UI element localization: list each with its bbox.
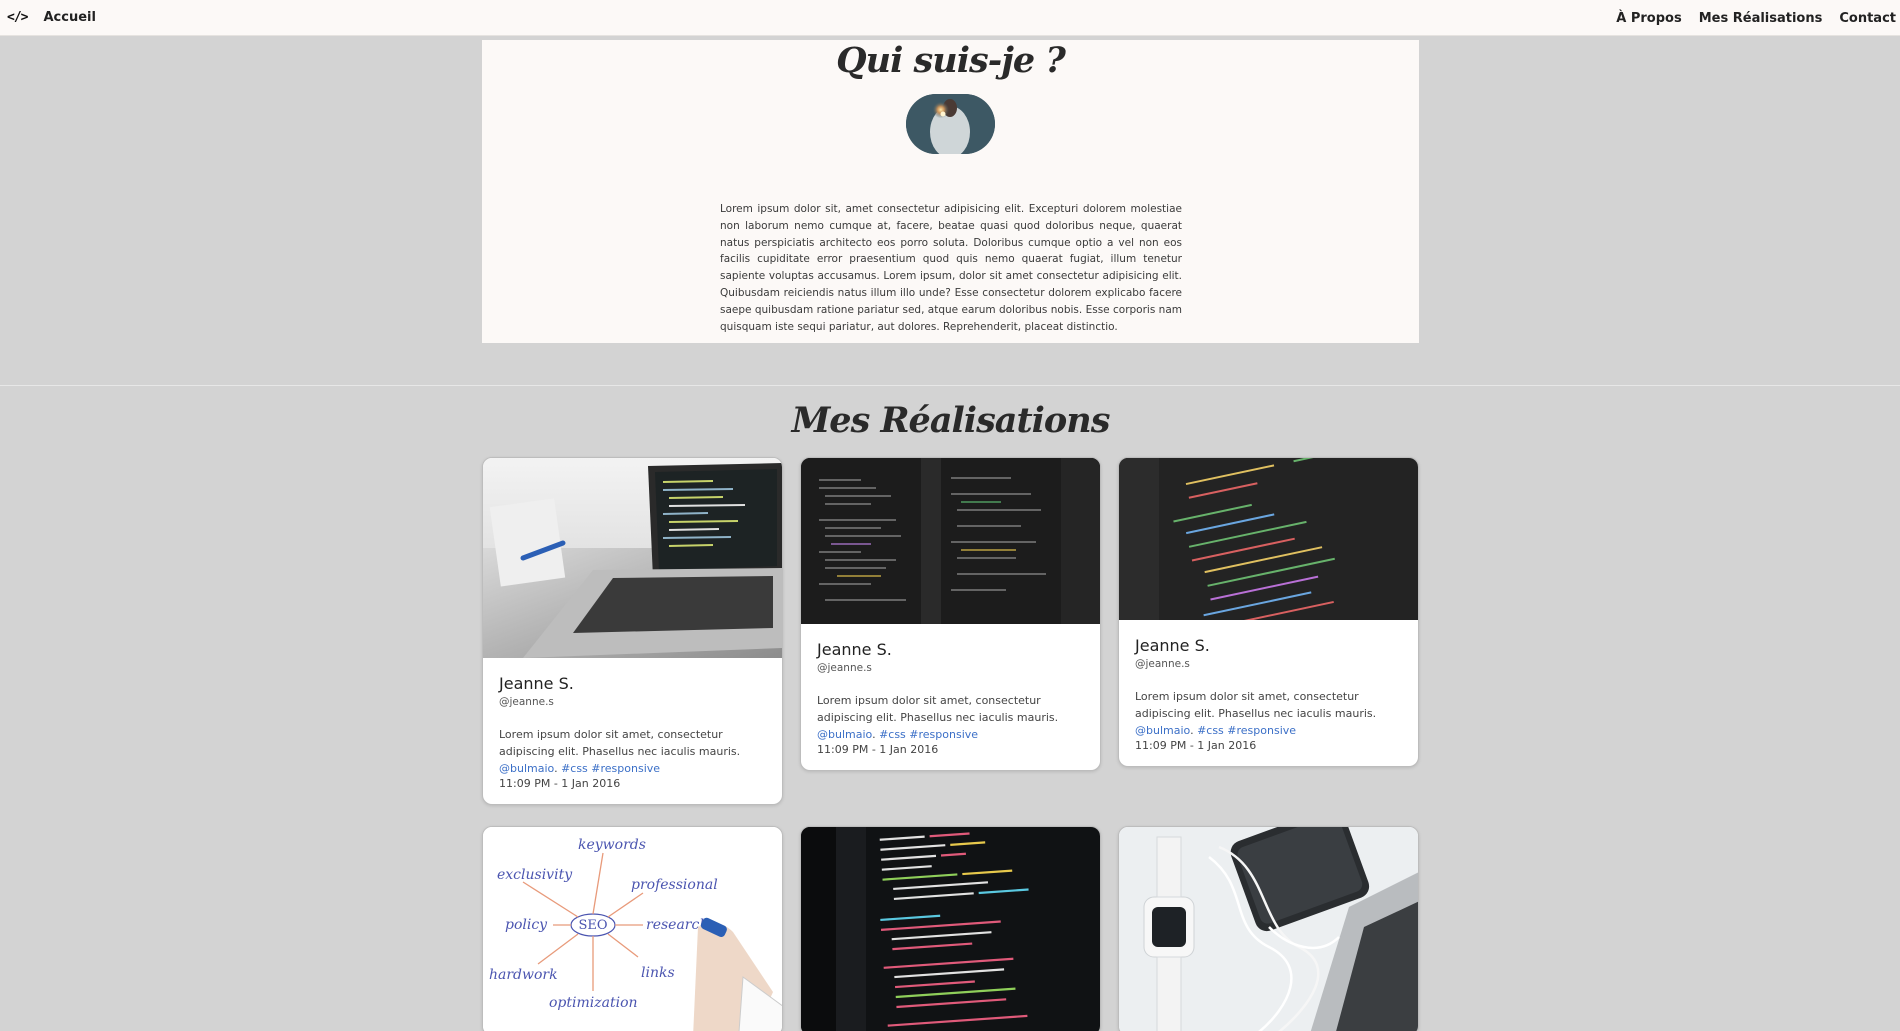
seo-word: links xyxy=(641,965,675,981)
card-image-python-code xyxy=(801,827,1100,1031)
card-date: 11:09 PM - 1 Jan 2016 xyxy=(1135,739,1257,752)
card-date: 11:09 PM - 1 Jan 2016 xyxy=(817,743,939,756)
project-card[interactable]: Jeanne S. @jeanne.s Lorem ipsum dolor si… xyxy=(800,457,1101,771)
card-tag-link[interactable]: #responsive xyxy=(591,762,660,775)
seo-word: keywords xyxy=(578,837,646,853)
card-image-laptop xyxy=(483,458,782,658)
card-body: Jeanne S. @jeanne.s Lorem ipsum dolor si… xyxy=(1119,620,1418,766)
seo-center-text: SEO xyxy=(578,918,607,933)
section-divider xyxy=(0,385,1900,386)
about-title: Qui suis-je ? xyxy=(836,40,1066,81)
card-body: Jeanne S. @jeanne.s Lorem ipsum dolor si… xyxy=(483,658,782,804)
code-logo-icon[interactable]: </> xyxy=(7,10,29,25)
card-image-code-editor xyxy=(801,458,1100,624)
card-mention-link[interactable]: @bulmaio xyxy=(499,762,554,775)
seo-word: professional xyxy=(631,877,718,893)
card-image-code-colored xyxy=(1119,458,1418,620)
projects-title: Mes Réalisations xyxy=(791,400,1111,441)
card-tag-link[interactable]: #css xyxy=(1197,724,1224,737)
project-card[interactable]: Jeanne S. @jeanne.s Lorem ipsum dolor si… xyxy=(482,457,783,805)
card-description-text: Lorem ipsum dolor sit amet, consectetur … xyxy=(499,728,741,758)
card-tag-link[interactable]: #css xyxy=(879,728,906,741)
card-image-seo: SEO keywords exclusivity professional po… xyxy=(483,827,782,1031)
nav-link-projects[interactable]: Mes Réalisations xyxy=(1699,11,1823,26)
card-description-text: Lorem ipsum dolor sit amet, consectetur … xyxy=(817,694,1059,724)
about-text: Lorem ipsum dolor sit, amet consectetur … xyxy=(720,203,1182,333)
card-author-name: Jeanne S. xyxy=(817,640,892,659)
card-author-name: Jeanne S. xyxy=(1135,636,1210,655)
card-description: Lorem ipsum dolor sit amet, consectetur … xyxy=(817,694,1059,741)
card-tag-link[interactable]: #css xyxy=(561,762,588,775)
seo-word: policy xyxy=(505,917,548,933)
project-card[interactable] xyxy=(1118,826,1419,1031)
avatar xyxy=(906,94,995,154)
navbar: </> Accueil À Propos Mes Réalisations Co… xyxy=(0,0,1900,36)
card-description-text: Lorem ipsum dolor sit amet, consectetur … xyxy=(1135,690,1377,720)
card-date: 11:09 PM - 1 Jan 2016 xyxy=(499,777,621,790)
card-image-devices xyxy=(1119,827,1418,1031)
seo-word: exclusivity xyxy=(497,867,573,883)
nav-links: À Propos Mes Réalisations Contact xyxy=(1616,0,1896,36)
card-body: Jeanne S. @jeanne.s Lorem ipsum dolor si… xyxy=(801,624,1100,770)
card-tag-link[interactable]: #responsive xyxy=(1227,724,1296,737)
nav-link-about[interactable]: À Propos xyxy=(1616,11,1681,26)
card-description: Lorem ipsum dolor sit amet, consectetur … xyxy=(499,728,741,775)
seo-word: hardwork xyxy=(489,967,558,983)
project-card[interactable] xyxy=(800,826,1101,1031)
card-mention-link[interactable]: @bulmaio xyxy=(1135,724,1190,737)
card-author-handle: @jeanne.s xyxy=(1135,658,1190,670)
card-description: Lorem ipsum dolor sit amet, consectetur … xyxy=(1135,690,1377,737)
card-mention-link[interactable]: @bulmaio xyxy=(817,728,872,741)
nav-link-contact[interactable]: Contact xyxy=(1839,11,1896,26)
card-tag-link[interactable]: #responsive xyxy=(909,728,978,741)
project-card[interactable]: SEO keywords exclusivity professional po… xyxy=(482,826,783,1031)
card-author-name: Jeanne S. xyxy=(499,674,574,693)
seo-word: optimization xyxy=(549,995,638,1011)
about-section: Qui suis-je ? Lorem ipsum dolor sit, ame… xyxy=(482,40,1419,343)
card-author-handle: @jeanne.s xyxy=(499,696,554,708)
project-card[interactable]: Jeanne S. @jeanne.s Lorem ipsum dolor si… xyxy=(1118,457,1419,767)
nav-link-home[interactable]: Accueil xyxy=(43,10,95,25)
card-author-handle: @jeanne.s xyxy=(817,662,872,674)
